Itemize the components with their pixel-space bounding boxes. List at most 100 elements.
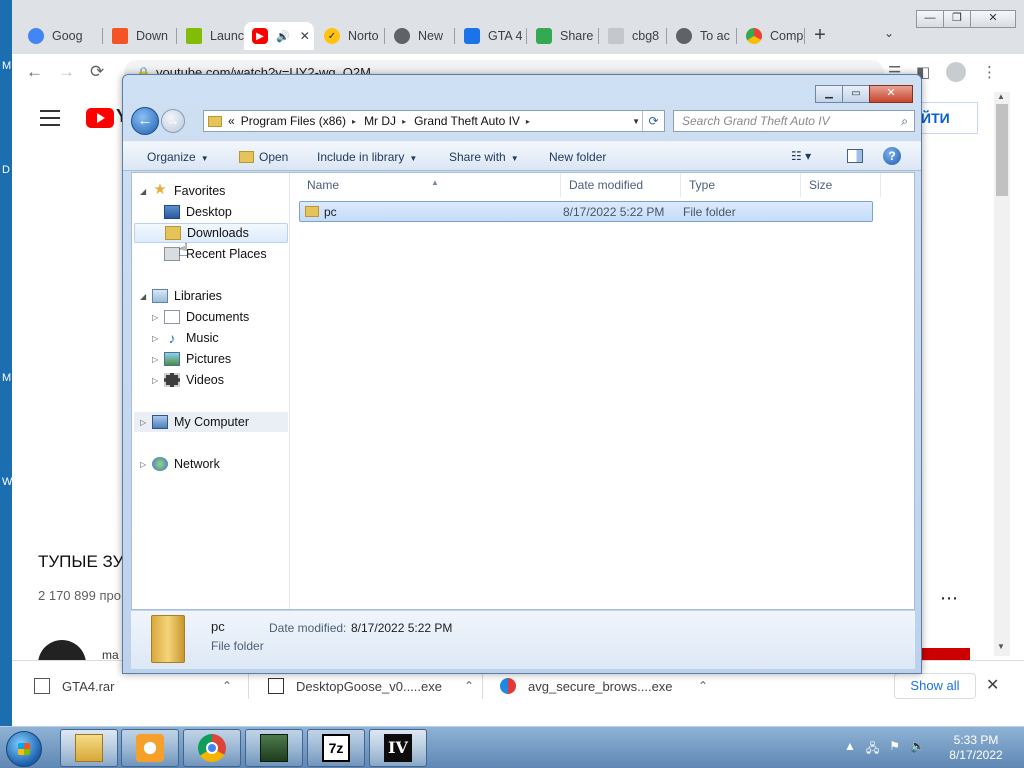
tab-norton[interactable]: ✓ Norto (316, 22, 384, 50)
taskbar-chrome[interactable] (183, 729, 241, 767)
taskbar-gta-iv[interactable]: IV (369, 729, 427, 767)
chevron-up-icon[interactable]: ⌃ (698, 679, 708, 693)
help-icon[interactable]: ? (883, 147, 901, 165)
minimize-button[interactable]: — (916, 10, 944, 28)
share-with-button[interactable]: Share with ▼ (449, 150, 519, 164)
tab-google[interactable]: Goog (20, 22, 100, 50)
menu-icon[interactable]: ⋮ (982, 63, 997, 81)
show-hidden-icons-icon[interactable]: ▲ (844, 739, 856, 760)
tab-new[interactable]: New (386, 22, 452, 50)
breadcrumb-separator[interactable]: ▸ (526, 117, 530, 126)
close-icon[interactable]: ✕ (300, 29, 310, 43)
expand-icon[interactable]: ▷ (140, 418, 150, 427)
tab-search-icon[interactable]: ⌄ (884, 26, 894, 40)
file-row[interactable]: pc 8/17/2022 5:22 PM File folder (299, 201, 873, 222)
search-placeholder: Search Grand Theft Auto IV (682, 114, 830, 128)
column-date-modified[interactable]: Date modified (561, 173, 681, 197)
hamburger-icon[interactable] (40, 110, 60, 131)
network-icon[interactable]: 🖧 (866, 739, 879, 760)
action-center-icon[interactable]: ⚑ (889, 739, 900, 760)
nav-pictures[interactable]: ▷ Pictures (152, 349, 282, 369)
profile-icon[interactable] (946, 62, 966, 82)
new-folder-button[interactable]: New folder (549, 150, 606, 164)
taskbar-7zip[interactable]: 7z (307, 729, 365, 767)
taskbar-system-tool[interactable] (245, 729, 303, 767)
start-button[interactable] (6, 731, 42, 767)
breadcrumb-separator[interactable]: ▸ (402, 117, 406, 126)
nav-my-computer[interactable]: ▷ My Computer (134, 412, 288, 432)
close-button[interactable]: ✕ (970, 10, 1016, 28)
tab-gta4[interactable]: GTA 4 (456, 22, 526, 50)
rar-icon (34, 678, 50, 694)
minimize-button[interactable]: ▁ (815, 85, 843, 103)
maximize-button[interactable]: ▭ (842, 85, 870, 103)
forward-button[interactable]: → (161, 109, 185, 133)
back-button[interactable]: ← (131, 107, 159, 135)
collapse-icon[interactable]: ◢ (140, 292, 150, 301)
tab-downloads[interactable]: Down (104, 22, 174, 50)
expand-icon[interactable]: ▷ (140, 460, 150, 469)
nav-favorites[interactable]: ◢ ★ Favorites (140, 181, 280, 201)
close-downloads-icon[interactable]: ✕ (986, 675, 999, 695)
taskbar-explorer[interactable] (60, 729, 118, 767)
include-in-library-button[interactable]: Include in library ▼ (317, 150, 417, 164)
page-scrollbar[interactable]: ▲ ▼ (994, 92, 1010, 656)
nav-recent-places[interactable]: Recent Places (152, 244, 288, 264)
maximize-button[interactable]: ❐ (943, 10, 971, 28)
tab-share[interactable]: Share (528, 22, 598, 50)
youtube-logo-icon[interactable] (86, 108, 114, 128)
nav-libraries[interactable]: ◢ Libraries (140, 286, 280, 306)
expand-icon[interactable]: ▷ (152, 334, 162, 343)
nav-desktop[interactable]: Desktop (152, 202, 282, 222)
new-tab-button[interactable]: + (808, 24, 832, 48)
expand-icon[interactable]: ▷ (152, 313, 162, 322)
nav-documents[interactable]: ▷ Documents (152, 307, 282, 327)
scroll-thumb[interactable] (996, 104, 1008, 196)
more-actions-icon[interactable]: ⋯ (940, 588, 958, 609)
nav-music[interactable]: ▷ ♪ Music (152, 328, 282, 348)
tab-launch[interactable]: Launc (178, 22, 244, 50)
scroll-up-icon[interactable]: ▲ (997, 92, 1005, 101)
address-dropdown-icon[interactable]: ▼ (632, 117, 640, 126)
nav-downloads[interactable]: Downloads (134, 223, 288, 243)
forward-icon[interactable]: → (58, 62, 75, 82)
organize-button[interactable]: Organize ▼ (147, 150, 209, 164)
open-button[interactable]: Open (239, 150, 288, 164)
change-view-icon[interactable]: ☷ ▾ (791, 149, 811, 163)
tab-to-ac[interactable]: To ac (668, 22, 736, 50)
collapse-icon[interactable]: ◢ (140, 187, 150, 196)
show-all-button[interactable]: Show all (894, 673, 976, 699)
column-name[interactable]: Name ▲ (299, 173, 561, 197)
taskbar-media-player[interactable] (121, 729, 179, 767)
address-bar[interactable]: « Program Files (x86) ▸ Mr DJ ▸ Grand Th… (203, 110, 665, 132)
chevron-up-icon[interactable]: ⌃ (464, 679, 474, 693)
nav-network[interactable]: ▷ Network (140, 454, 280, 474)
close-button[interactable]: ✕ (869, 85, 913, 103)
nav-label: Recent Places (186, 247, 267, 261)
nav-videos[interactable]: ▷ Videos (152, 370, 282, 390)
volume-icon[interactable]: 🔈 (910, 739, 925, 760)
preview-pane-icon[interactable] (847, 149, 863, 163)
back-icon[interactable]: ← (26, 62, 43, 82)
column-size[interactable]: Size (801, 173, 881, 197)
breadcrumb-overflow[interactable]: « (228, 114, 235, 128)
tab-cbg[interactable]: cbg8 (600, 22, 666, 50)
clock[interactable]: 5:33 PM 8/17/2022 (936, 733, 1016, 763)
expand-icon[interactable]: ▷ (152, 355, 162, 364)
breadcrumb-mr-dj[interactable]: Mr DJ (364, 114, 396, 128)
reload-icon[interactable]: ⟳ (90, 62, 104, 82)
tab-compare[interactable]: Comp (738, 22, 804, 50)
search-input[interactable]: Search Grand Theft Auto IV ⌕ (673, 110, 915, 132)
expand-icon[interactable]: ▷ (152, 376, 162, 385)
chevron-up-icon[interactable]: ⌃ (222, 679, 232, 693)
tab-youtube[interactable]: ▶ 🔊 ✕ (244, 22, 314, 50)
audio-icon[interactable]: 🔊 (276, 30, 290, 43)
breadcrumb-gta-iv[interactable]: Grand Theft Auto IV (414, 114, 520, 128)
breadcrumb-program-files[interactable]: Program Files (x86) (241, 114, 346, 128)
clock-date: 8/17/2022 (949, 748, 1003, 762)
column-type[interactable]: Type (681, 173, 801, 197)
scroll-down-icon[interactable]: ▼ (997, 642, 1005, 651)
refresh-icon[interactable]: ⟳ (642, 111, 664, 131)
breadcrumb-separator[interactable]: ▸ (352, 117, 356, 126)
system-tray: ▲ 🖧 ⚑ 🔈 (844, 739, 925, 760)
